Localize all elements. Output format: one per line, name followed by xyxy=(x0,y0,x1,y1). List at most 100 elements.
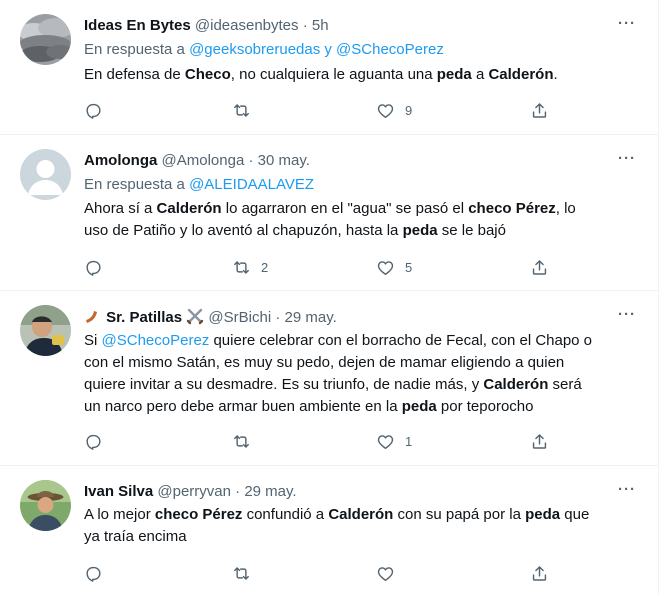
text-line: A lo mejor checo Pérez confundió a Calde… xyxy=(84,504,649,526)
text-segment: Ahora sí a xyxy=(84,200,157,217)
separator-dot: · xyxy=(248,152,254,169)
like-button[interactable]: 9 xyxy=(376,99,412,121)
tweet[interactable]: Ivan Silva @perryvan · 29 may. ··· A lo … xyxy=(0,466,659,594)
reply-button[interactable] xyxy=(84,562,113,584)
author-name[interactable]: Ivan Silva xyxy=(84,483,153,500)
retweet-button[interactable] xyxy=(232,430,261,452)
tweet-header: Ideas En Bytes @ideasenbytes · 5h ··· xyxy=(84,14,639,36)
author-name[interactable]: Amolonga xyxy=(84,152,157,169)
more-dots-icon[interactable]: ··· xyxy=(615,149,639,169)
text-segment: confundió a xyxy=(242,506,329,523)
tweet[interactable]: Ideas En Bytes @ideasenbytes · 5h ··· En… xyxy=(0,0,659,135)
like-button[interactable]: 1 xyxy=(376,430,412,452)
tweet-actions: 2 5 xyxy=(84,256,564,278)
like-count: 9 xyxy=(405,102,413,118)
retweet-count: 2 xyxy=(261,259,269,275)
reply-mention-link[interactable]: @ALEIDAALAVEZ xyxy=(189,176,314,193)
separator-dot: · xyxy=(275,309,281,326)
timestamp[interactable]: 5h xyxy=(312,17,329,34)
text-segment: , lo xyxy=(555,200,576,217)
reply-button[interactable] xyxy=(84,430,113,452)
highlight-term: Calderón xyxy=(328,506,394,523)
text-line: quiere invitar a su desmadre. Es su triu… xyxy=(84,374,649,396)
tweet-actions xyxy=(84,562,564,584)
more-dots-icon[interactable]: ··· xyxy=(615,14,639,34)
reply-button[interactable] xyxy=(84,99,113,121)
like-button[interactable]: 5 xyxy=(376,256,412,278)
separator-dot: · xyxy=(302,17,308,34)
text-segment: un narco pero debe armar buen ambiente e… xyxy=(84,398,402,415)
retweet-icon xyxy=(234,434,249,448)
text-segment: será xyxy=(548,376,582,393)
share-button[interactable] xyxy=(530,430,549,452)
highlight-term: peda xyxy=(402,222,438,239)
text-segment: por teporocho xyxy=(436,398,534,415)
tweet-actions: 9 xyxy=(84,99,564,121)
timestamp[interactable]: 30 may. xyxy=(258,152,310,169)
tweet-text: En defensa de Checo, no cualquiera le ag… xyxy=(84,64,649,86)
retweet-button[interactable] xyxy=(232,99,261,121)
more-dots-icon[interactable]: ··· xyxy=(615,305,639,325)
tweet[interactable]: Amolonga @Amolonga · 30 may. ··· En resp… xyxy=(0,135,659,291)
author-handle[interactable]: @ideasenbytes xyxy=(195,17,299,34)
text-line: con el mismo Satán, es muy su pedo, deje… xyxy=(84,354,565,371)
mention-link[interactable]: @SChecoPerez xyxy=(102,332,210,349)
highlight-term: Calderón xyxy=(156,200,222,217)
share-upload-icon xyxy=(532,259,547,275)
highlight-term: Calderón xyxy=(488,66,554,83)
author-name[interactable]: Ideas En Bytes xyxy=(84,17,191,34)
heart-icon xyxy=(377,566,394,581)
text-segment: que xyxy=(560,506,590,523)
heart-icon xyxy=(377,434,394,449)
share-button[interactable] xyxy=(530,562,549,584)
avatar[interactable] xyxy=(20,305,71,356)
highlight-term: peda xyxy=(525,506,561,523)
reply-context: En respuesta a @ALEIDAALAVEZ xyxy=(84,175,314,195)
retweet-icon xyxy=(234,566,249,580)
like-count: 5 xyxy=(405,259,413,275)
avatar[interactable] xyxy=(20,14,71,65)
retweet-button[interactable] xyxy=(232,562,261,584)
text-line: un narco pero debe armar buen ambiente e… xyxy=(84,396,649,418)
text-line: Si @SChecoPerez quiere celebrar con el b… xyxy=(84,330,649,352)
share-upload-icon xyxy=(532,102,547,118)
text-segment: En defensa de xyxy=(84,66,185,83)
reply-prefix: En respuesta a xyxy=(84,41,185,58)
tweet-header: Ivan Silva @perryvan · 29 may. ··· xyxy=(84,480,639,502)
text-line: uso de Patiño y lo aventó al chapuzón, h… xyxy=(84,220,649,242)
tweet[interactable]: Sr. Patillas @SrBichi · 29 may. ··· Si @… xyxy=(0,291,659,466)
highlight-term: Calderón xyxy=(483,376,549,393)
like-button[interactable] xyxy=(376,562,405,584)
heart-icon xyxy=(377,260,394,275)
reply-bubble-icon xyxy=(86,434,101,450)
timestamp[interactable]: 29 may. xyxy=(244,483,296,500)
timestamp[interactable]: 29 may. xyxy=(285,309,337,326)
reply-button[interactable] xyxy=(84,256,113,278)
share-upload-icon xyxy=(532,565,547,581)
separator-dot: · xyxy=(235,483,241,500)
author-handle[interactable]: @Amolonga xyxy=(162,152,245,169)
heart-icon xyxy=(377,103,394,118)
boomerang-emoji-icon xyxy=(84,307,102,331)
reply-bubble-icon xyxy=(86,103,101,119)
text-segment: A lo mejor xyxy=(84,506,155,523)
author-name[interactable]: Sr. Patillas xyxy=(106,309,182,326)
author-handle[interactable]: @SrBichi xyxy=(208,309,271,326)
highlight-term: Checo xyxy=(184,66,231,83)
avatar[interactable] xyxy=(20,480,71,531)
reply-bubble-icon xyxy=(86,260,101,276)
share-upload-icon xyxy=(532,433,547,449)
reply-context: En respuesta a @geeksobreruedas y @SChec… xyxy=(84,40,444,60)
highlight-term: peda xyxy=(401,398,437,415)
more-dots-icon[interactable]: ··· xyxy=(615,480,639,500)
tweet-text: A lo mejor checo Pérez confundió a Calde… xyxy=(84,504,649,548)
retweet-icon xyxy=(234,260,249,274)
share-button[interactable] xyxy=(530,256,549,278)
share-button[interactable] xyxy=(530,99,549,121)
avatar[interactable] xyxy=(20,149,71,200)
like-count: 1 xyxy=(405,433,413,449)
author-handle[interactable]: @perryvan xyxy=(157,483,231,500)
reply-mention-link[interactable]: @geeksobreruedas y @SChecoPerez xyxy=(189,41,444,58)
retweet-button[interactable]: 2 xyxy=(232,256,268,278)
reply-bubble-icon xyxy=(86,566,101,582)
